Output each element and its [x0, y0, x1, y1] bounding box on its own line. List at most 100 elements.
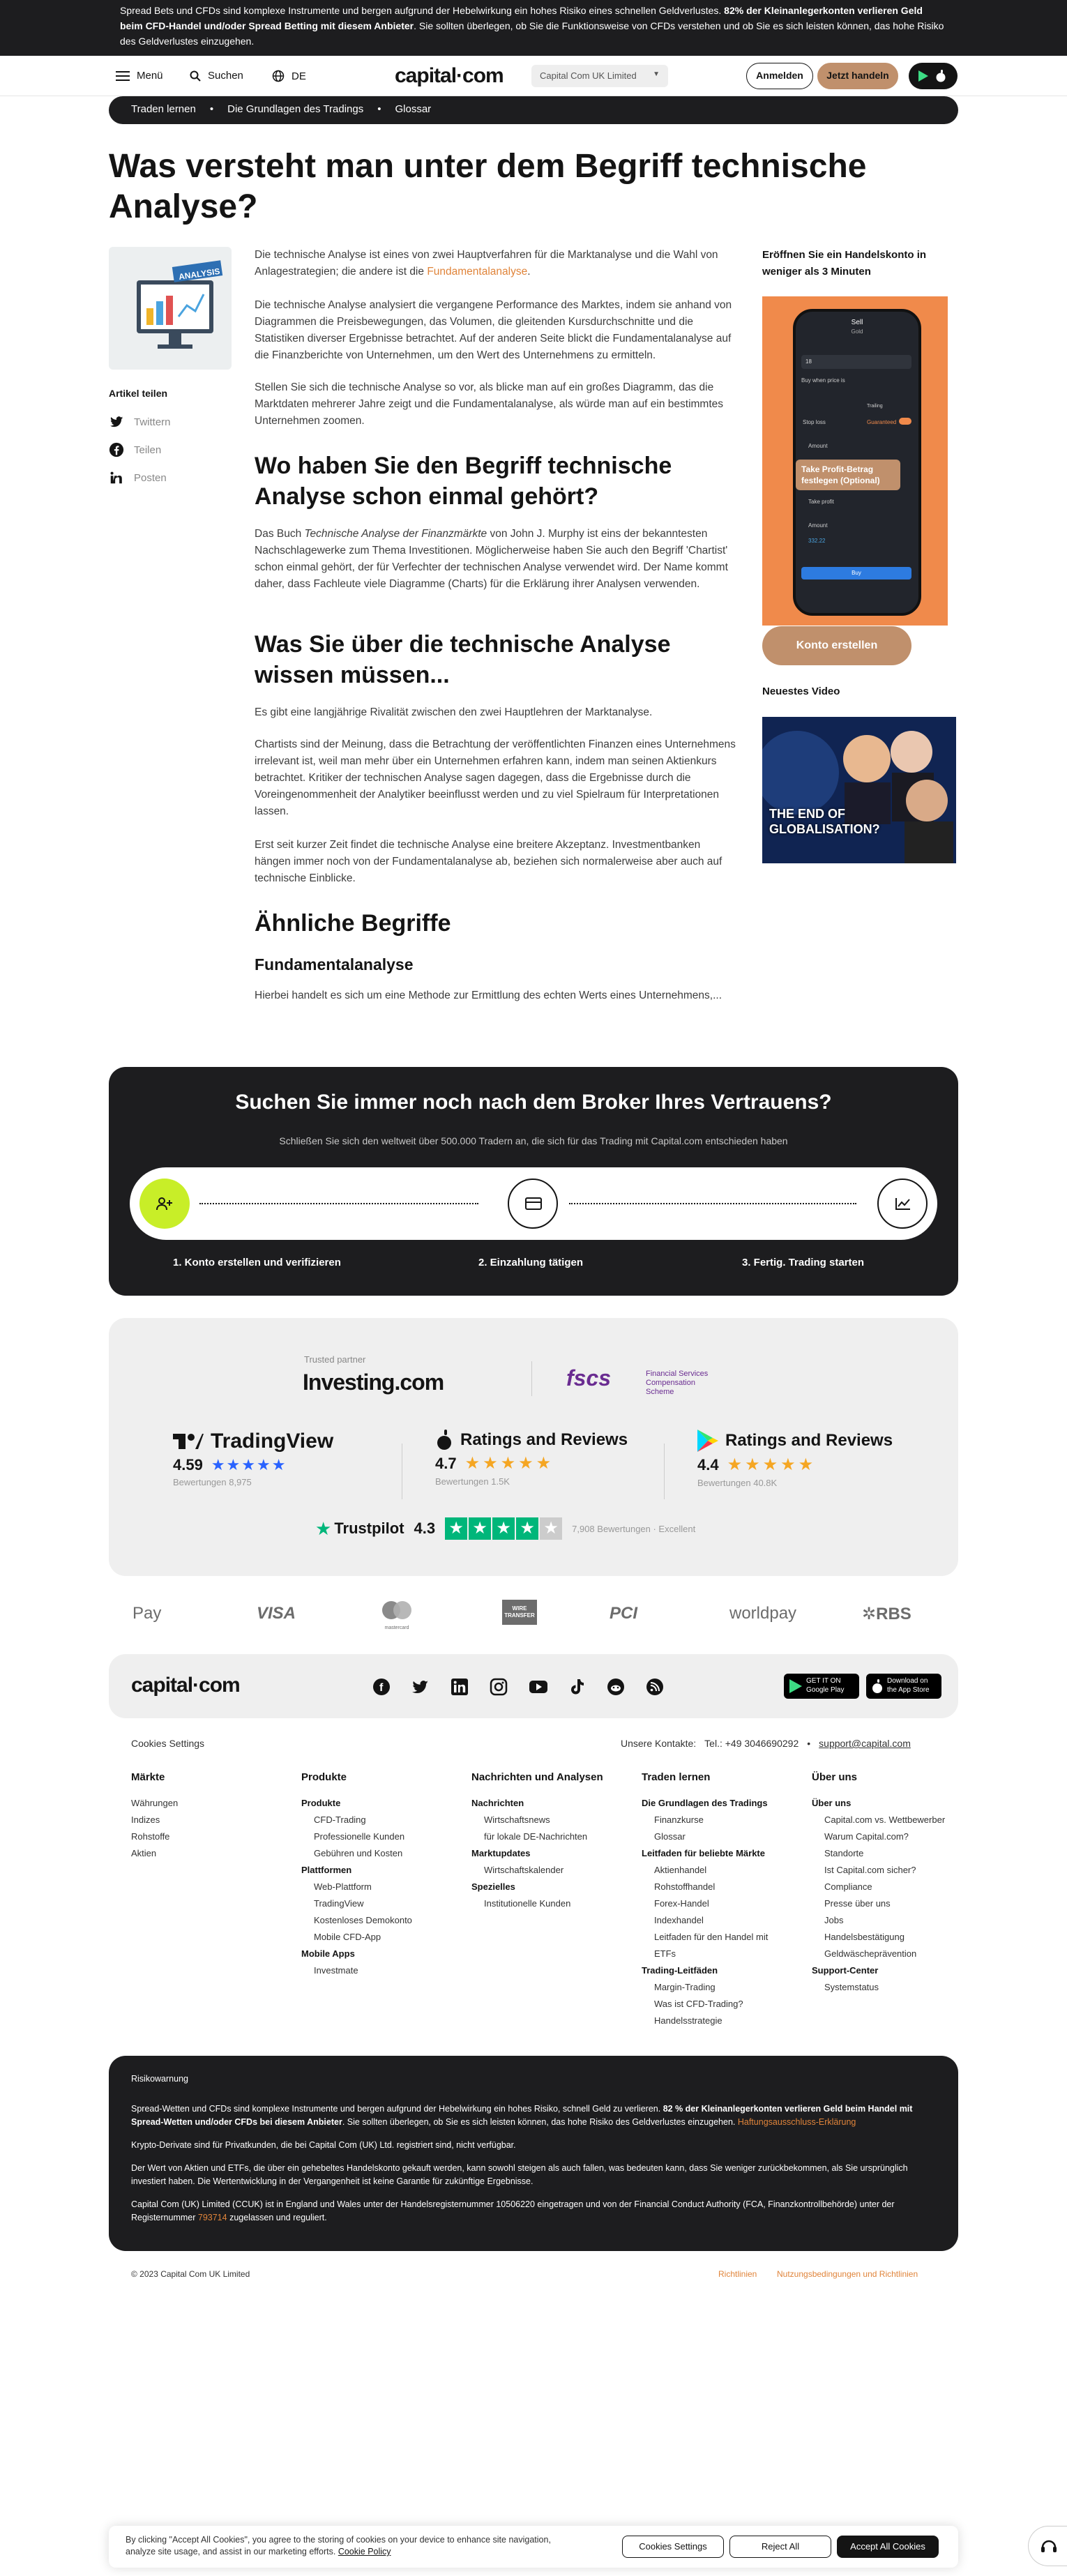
app-store-badge[interactable]: Download on the App Store [866, 1674, 941, 1699]
support-chat-button[interactable] [1028, 2526, 1067, 2566]
contact-email[interactable]: support@capital.com [819, 1738, 911, 1749]
register-number-link[interactable]: 793714 [198, 2213, 227, 2222]
footer-link[interactable]: Währungen [131, 1795, 271, 1812]
terms-link[interactable]: Nutzungsbedingungen und Richtlinien [777, 2269, 918, 2279]
capital-com-logo[interactable]: capital·com [395, 64, 504, 88]
footer-link[interactable]: Indexhandel [642, 1912, 781, 1929]
tiktok-icon[interactable] [569, 1678, 586, 1696]
footer-group-title[interactable]: Support-Center [812, 1962, 951, 1979]
investing-logo[interactable]: Investing.com [303, 1370, 444, 1395]
rating-apple[interactable]: Ratings and Reviews 4.7 ★★★★★ Bewertungen… [435, 1430, 628, 1487]
footer-link[interactable]: Mobile CFD-App [301, 1929, 441, 1946]
footer-link[interactable]: Jobs [812, 1912, 951, 1929]
cookies-settings-link[interactable]: Cookies Settings [131, 1738, 204, 1749]
entity-selector[interactable]: Capital Com UK Limited ▼ [531, 65, 668, 87]
footer-link[interactable]: Web-Plattform [301, 1879, 441, 1895]
footer-link[interactable]: Geldwäscheprävention [812, 1946, 951, 1962]
step-1-button[interactable] [139, 1179, 190, 1229]
menu-button[interactable]: Menü [116, 70, 163, 82]
footer-group-title[interactable]: Leitfaden für beliebte Märkte [642, 1845, 781, 1862]
breadcrumb-item[interactable]: Die Grundlagen des Tradings [227, 103, 363, 117]
related-term-title[interactable]: Fundamentalanalyse [255, 955, 414, 974]
footer-link[interactable]: für lokale DE-Nachrichten [471, 1828, 611, 1845]
trade-now-button[interactable]: Jetzt handeln [817, 63, 898, 89]
wire-transfer-logo: WIRE TRANSFER [502, 1600, 537, 1625]
youtube-icon[interactable] [529, 1678, 548, 1696]
share-facebook[interactable]: Teilen [109, 442, 161, 457]
trustpilot-rating[interactable]: ★ Trustpilot 4.3 ★ ★ ★ ★ ★ 7,908 Bewertungen… [315, 1517, 695, 1540]
footer-link[interactable]: CFD-Trading [301, 1812, 441, 1828]
footer-link[interactable]: Gebühren und Kosten [301, 1845, 441, 1862]
app-download-button[interactable] [909, 63, 958, 89]
footer-link[interactable]: Margin-Trading [642, 1979, 781, 1996]
footer-link[interactable]: Presse über uns [812, 1895, 951, 1912]
language-selector[interactable]: DE [272, 70, 306, 82]
footer-link[interactable]: Rohstoffhandel [642, 1879, 781, 1895]
footer-link[interactable]: Rohstoffe [131, 1828, 271, 1845]
cookie-settings-button[interactable]: Cookies Settings [622, 2536, 724, 2558]
step-2-button[interactable] [508, 1179, 558, 1229]
footer-link[interactable]: Finanzkurse [642, 1812, 781, 1828]
footer-group-title[interactable]: Nachrichten [471, 1795, 611, 1812]
facebook-icon[interactable]: f [372, 1678, 391, 1696]
footer-link[interactable]: Handelsstrategie [642, 2013, 781, 2029]
breadcrumb-item[interactable]: Traden lernen [131, 103, 196, 117]
contacts-label: Unsere Kontakte: [621, 1738, 697, 1749]
footer-link[interactable]: Professionelle Kunden [301, 1828, 441, 1845]
footer-link[interactable]: Aktien [131, 1845, 271, 1862]
footer-link[interactable]: Ist Capital.com sicher? [812, 1862, 951, 1879]
footer-group-title[interactable]: Spezielles [471, 1879, 611, 1895]
reject-all-button[interactable]: Reject All [729, 2536, 831, 2558]
footer-link[interactable]: Capital.com vs. Wettbewerber [812, 1812, 951, 1828]
footer-link[interactable]: TradingView [301, 1895, 441, 1912]
linkedin-icon[interactable] [451, 1678, 469, 1696]
fscs-logo[interactable]: fscs [566, 1365, 611, 1391]
footer-link[interactable]: Compliance [812, 1879, 951, 1895]
footer-group-title[interactable]: Die Grundlagen des Tradings [642, 1795, 781, 1812]
footer-group-title[interactable]: Mobile Apps [301, 1946, 441, 1962]
step-3-button[interactable] [877, 1179, 928, 1229]
footer-link[interactable]: Forex-Handel [642, 1895, 781, 1912]
footer-group-title[interactable]: Produkte [301, 1795, 441, 1812]
footer-link[interactable]: Wirtschaftsnews [471, 1812, 611, 1828]
search-button[interactable]: Suchen [190, 70, 243, 82]
phone-toggle-label: Trailing [867, 404, 883, 409]
google-play-badge[interactable]: GET IT ON Google Play [784, 1674, 859, 1699]
contact-phone[interactable]: Tel.: +49 3046690292 [704, 1738, 799, 1749]
latest-video-thumbnail[interactable]: THE END OF GLOBALISATION? [762, 717, 956, 863]
footer-link[interactable]: Systemstatus [812, 1979, 951, 1996]
footer-link[interactable]: Handelsbestätigung [812, 1929, 951, 1946]
breadcrumb-item[interactable]: Glossar [395, 103, 432, 117]
disclaimer-link[interactable]: Haftungsausschluss-Erklärung [738, 2117, 856, 2127]
instagram-icon[interactable] [490, 1678, 508, 1696]
footer-link[interactable]: Investmate [301, 1962, 441, 1979]
cookie-policy-link[interactable]: Cookie Policy [338, 2547, 391, 2556]
share-twitter[interactable]: Twittern [109, 414, 171, 430]
footer-link[interactable]: Was ist CFD-Trading? [642, 1996, 781, 2013]
footer-link[interactable]: Kostenloses Demokonto [301, 1912, 441, 1929]
rss-icon[interactable] [646, 1678, 664, 1696]
footer-logo[interactable]: capital·com [131, 1674, 241, 1697]
share-linkedin[interactable]: Posten [109, 470, 167, 485]
footer-link[interactable]: Warum Capital.com? [812, 1828, 951, 1845]
open-account-button[interactable]: Konto erstellen [762, 626, 911, 665]
footer-group-title[interactable]: Trading-Leitfäden [642, 1962, 781, 1979]
footer-link[interactable]: Indizes [131, 1812, 271, 1828]
reddit-icon[interactable] [607, 1678, 625, 1696]
footer-link[interactable]: Aktienhandel [642, 1862, 781, 1879]
twitter-icon[interactable] [411, 1678, 430, 1696]
policies-link[interactable]: Richtlinien [718, 2269, 757, 2279]
footer-link[interactable]: Institutionelle Kunden [471, 1895, 611, 1912]
footer-link[interactable]: Standorte [812, 1845, 951, 1862]
footer-link[interactable]: Wirtschaftskalender [471, 1862, 611, 1879]
accept-all-button[interactable]: Accept All Cookies [837, 2536, 939, 2558]
footer-group-title[interactable]: Plattformen [301, 1862, 441, 1879]
fundamentalanalyse-link[interactable]: Fundamentalanalyse [427, 266, 527, 278]
login-button[interactable]: Anmelden [746, 63, 813, 89]
rating-google-play[interactable]: Ratings and Reviews 4.4 ★★★★★ Bewertungen… [697, 1430, 893, 1488]
footer-link[interactable]: Leitfaden für den Handel mit ETFs [642, 1929, 781, 1962]
footer-group-title[interactable]: Über uns [812, 1795, 951, 1812]
rating-tradingview[interactable]: TradingView 4.59 ★★★★★ Bewertungen 8,975 [173, 1430, 333, 1487]
footer-link[interactable]: Glossar [642, 1828, 781, 1845]
footer-group-title[interactable]: Marktupdates [471, 1845, 611, 1862]
